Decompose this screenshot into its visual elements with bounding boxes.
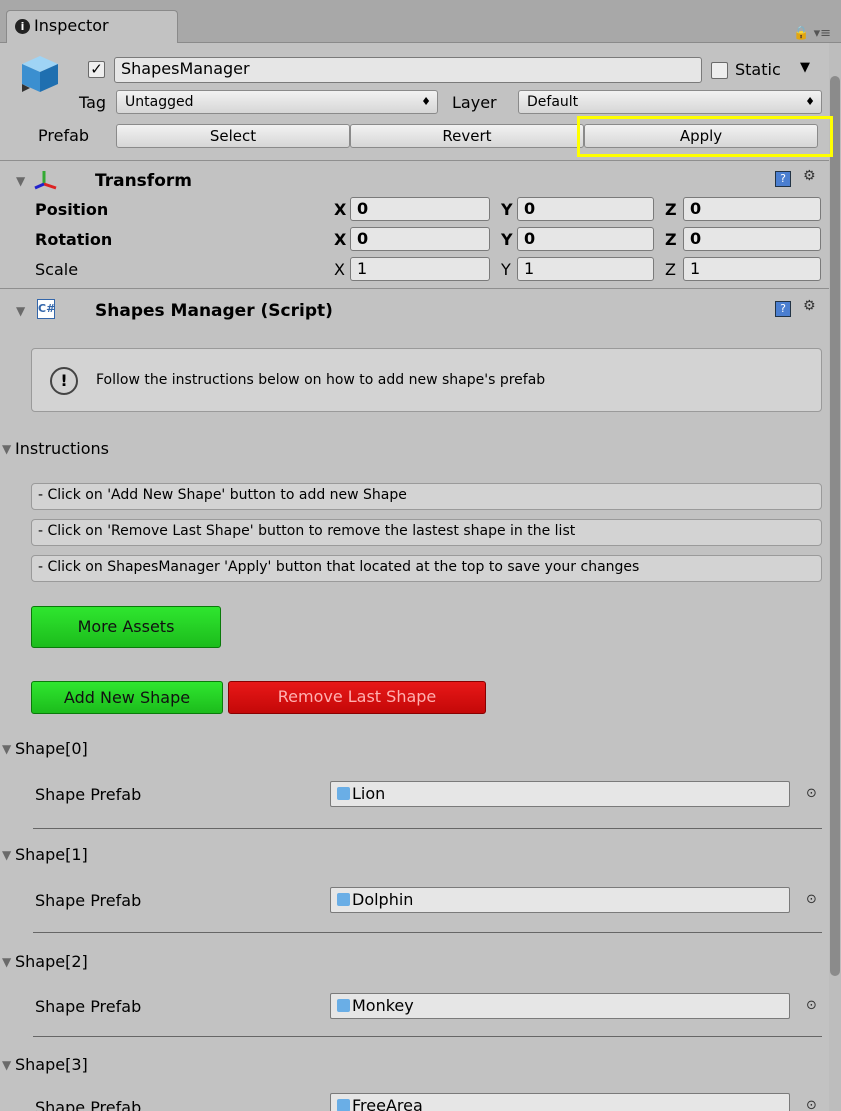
prefab-revert-button[interactable]: Revert [350,124,584,148]
foldout-arrow-icon[interactable]: ▼ [2,742,11,756]
static-label: Static [735,60,781,79]
shape-prefab-field[interactable]: FreeArea [330,1093,790,1111]
divider [0,160,829,161]
rotation-label: Rotation [35,230,113,249]
info-icon: i [15,19,30,34]
shape-foldout[interactable]: Shape[0] [15,739,88,758]
instructions-foldout[interactable]: Instructions [15,439,109,458]
layer-value: Default [527,94,579,110]
shape-prefab-field[interactable]: Dolphin [330,887,790,913]
help-icon[interactable]: ? [775,171,791,187]
scale-z-field[interactable]: 1 [683,257,821,281]
foldout-arrow-icon[interactable]: ▼ [2,955,11,969]
dropdown-arrow-icon: ♦ [421,95,431,108]
foldout-arrow-icon[interactable]: ▼ [2,848,11,862]
help-icon[interactable]: ? [775,301,791,317]
position-x-label[interactable]: X [334,200,346,219]
prefab-cube-icon [337,893,350,906]
rotation-y-field[interactable]: 0 [517,227,654,251]
remove-last-shape-button[interactable]: Remove Last Shape [228,681,486,714]
instruction-line: - Click on 'Remove Last Shape' button to… [31,519,822,546]
shape-prefab-label: Shape Prefab [35,997,142,1016]
shape-prefab-value: Lion [352,784,386,803]
foldout-arrow-icon[interactable]: ▼ [16,304,25,318]
rotation-z-field[interactable]: 0 [683,227,821,251]
shape-prefab-label: Shape Prefab [35,785,142,804]
foldout-arrow-icon[interactable]: ▼ [16,174,25,188]
add-new-shape-button[interactable]: Add New Shape [31,681,223,714]
instruction-line: - Click on 'Add New Shape' button to add… [31,483,822,510]
scale-label: Scale [35,260,79,279]
foldout-arrow-icon[interactable]: ▼ [2,1058,11,1072]
static-checkbox[interactable] [711,62,728,79]
scale-y-label[interactable]: Y [501,260,511,279]
apply-highlight-box [577,116,833,157]
dropdown-arrow-icon: ♦ [805,95,815,108]
position-x-field[interactable]: 0 [350,197,490,221]
shape-prefab-label: Shape Prefab [35,1098,142,1111]
divider [33,1036,822,1037]
tag-dropdown[interactable]: Untagged ♦ [116,90,438,114]
rotation-x-label[interactable]: X [334,230,346,249]
prefab-cube-icon [337,1099,350,1111]
help-text: Follow the instructions below on how to … [96,372,546,388]
object-picker-icon[interactable]: ⊙ [806,892,817,907]
tag-value: Untagged [125,94,194,110]
shape-prefab-value: Dolphin [352,890,414,909]
position-label: Position [35,200,109,219]
position-z-label[interactable]: Z [665,200,677,219]
tab-inspector[interactable]: i Inspector [6,10,178,43]
rotation-y-label[interactable]: Y [501,230,513,249]
gear-icon[interactable]: ⚙ [803,168,816,184]
transform-title: Transform [95,171,192,191]
position-z-field[interactable]: 0 [683,197,821,221]
shape-prefab-value: Monkey [352,996,414,1015]
prefab-label: Prefab [38,126,90,145]
shape-prefab-value: FreeArea [352,1096,423,1111]
prefab-cube-icon [337,999,350,1012]
scale-x-field[interactable]: 1 [350,257,490,281]
gear-icon[interactable]: ⚙ [803,298,816,314]
scale-x-label[interactable]: X [334,260,345,279]
layer-dropdown[interactable]: Default ♦ [518,90,822,114]
scrollbar-thumb[interactable] [830,76,840,976]
shape-prefab-field[interactable]: Monkey [330,993,790,1019]
scale-z-label[interactable]: Z [665,260,676,279]
shape-foldout[interactable]: Shape[1] [15,845,88,864]
tag-label: Tag [79,93,107,112]
instruction-line: - Click on ShapesManager 'Apply' button … [31,555,822,582]
info-circle-icon: ! [50,367,78,395]
prefab-cube-icon [337,787,350,800]
shape-prefab-label: Shape Prefab [35,891,142,910]
position-y-field[interactable]: 0 [517,197,654,221]
object-picker-icon[interactable]: ⊙ [806,786,817,801]
shape-foldout[interactable]: Shape[3] [15,1055,88,1074]
object-picker-icon[interactable]: ⊙ [806,1098,817,1111]
tab-label: Inspector [34,16,109,35]
transform-axes-icon [32,168,60,190]
lock-icon[interactable]: 🔒 ▾≡ [793,26,831,41]
help-box: ! Follow the instructions below on how t… [31,348,822,412]
shape-foldout[interactable]: Shape[2] [15,952,88,971]
more-assets-button[interactable]: More Assets [31,606,221,648]
divider [33,828,822,829]
layer-label: Layer [452,93,497,112]
rotation-z-label[interactable]: Z [665,230,677,249]
divider [0,288,829,289]
object-name-field[interactable]: ShapesManager [114,57,702,83]
divider [33,932,822,933]
scale-y-field[interactable]: 1 [517,257,654,281]
rotation-x-field[interactable]: 0 [350,227,490,251]
foldout-arrow-icon[interactable]: ▼ [2,442,11,456]
static-dropdown-icon[interactable]: ▼ [800,60,810,75]
csharp-script-icon: C# [37,299,55,319]
object-picker-icon[interactable]: ⊙ [806,998,817,1013]
active-checkbox[interactable]: ✓ [88,61,105,78]
shape-prefab-field[interactable]: Lion [330,781,790,807]
prefab-select-button[interactable]: Select [116,124,350,148]
position-y-label[interactable]: Y [501,200,513,219]
script-title: Shapes Manager (Script) [95,301,333,321]
gameobject-cube-icon [16,50,64,98]
